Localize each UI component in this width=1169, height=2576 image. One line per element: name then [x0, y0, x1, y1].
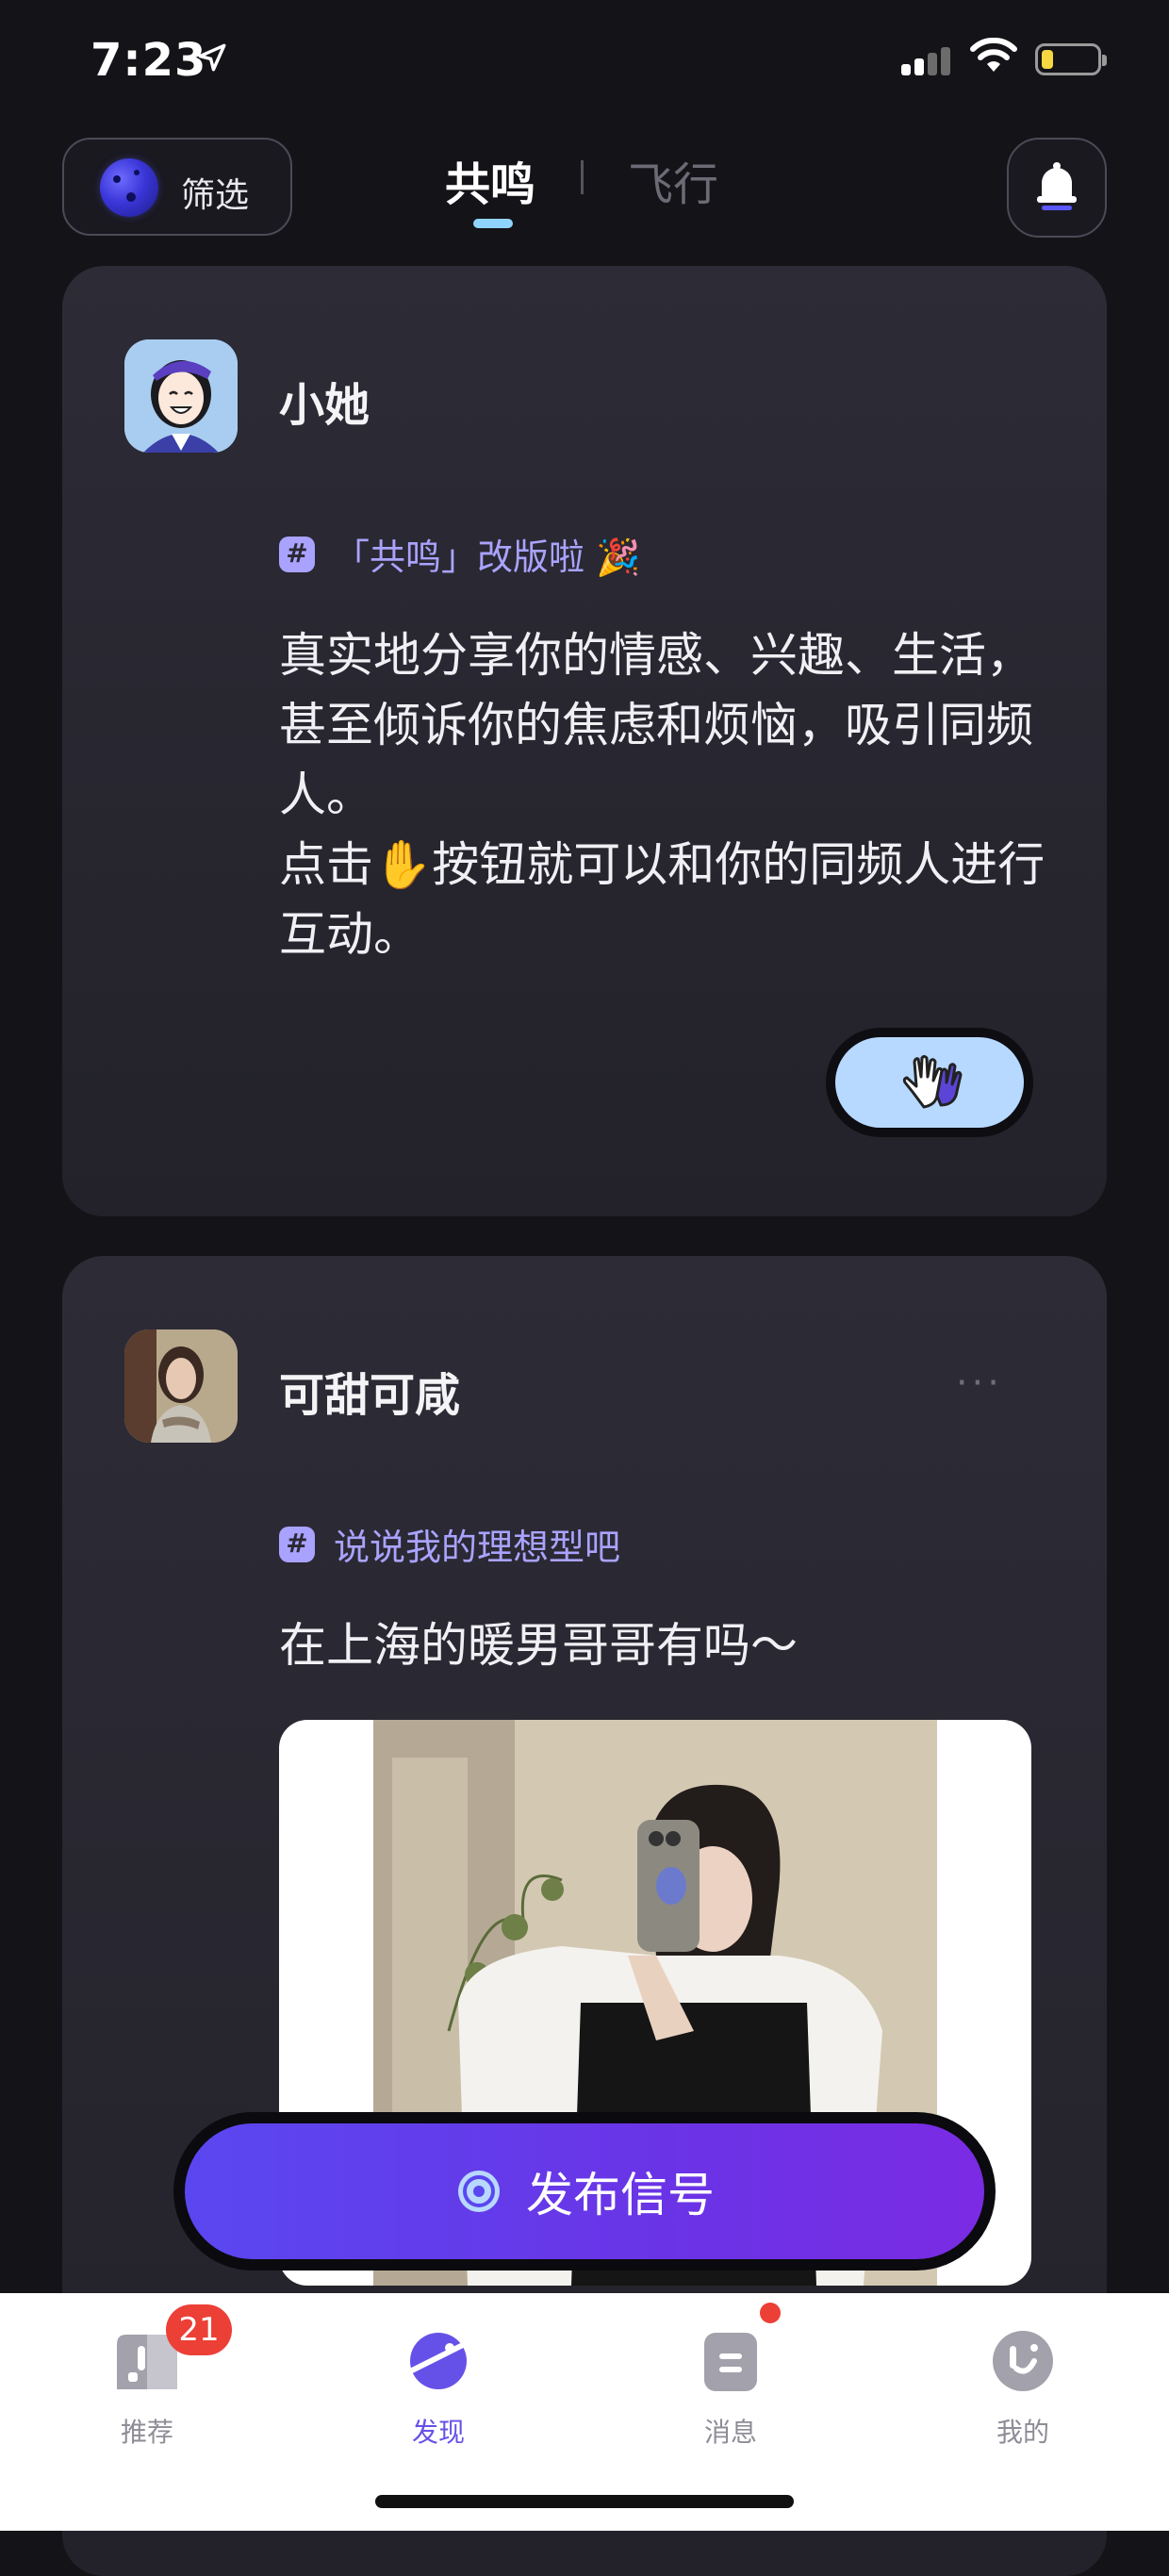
profile-face-icon — [993, 2331, 1053, 2391]
topic-tag[interactable]: 「共鸣」改版啦 🎉 — [279, 528, 640, 580]
filter-button[interactable]: 筛选 — [62, 138, 292, 236]
publish-button-frame: 发布信号 — [173, 2112, 996, 2271]
location-arrow-icon — [198, 43, 226, 72]
filter-label: 筛选 — [181, 176, 250, 215]
tab-divider — [581, 160, 584, 194]
avatar[interactable] — [124, 1329, 238, 1443]
resonate-button[interactable] — [826, 1028, 1033, 1137]
status-time: 7:23 — [91, 34, 207, 87]
planet-icon — [100, 158, 158, 217]
nav-label: 发现 — [411, 2417, 465, 2448]
topic-label: 说说我的理想型吧 — [334, 1527, 621, 1568]
wifi-icon — [970, 38, 1017, 72]
avatar-photo — [124, 1329, 238, 1443]
hashtag-icon — [279, 536, 315, 572]
active-tab-indicator — [473, 219, 513, 228]
notification-button[interactable] — [1007, 138, 1107, 238]
signal-target-icon — [458, 2171, 500, 2212]
post-text: 真实地分享你的情感、兴趣、生活，甚至倾诉你的焦虑和烦恼，吸引同频人。 点击✋按钮… — [279, 628, 1046, 962]
nav-label: 推荐 — [120, 2417, 173, 2448]
status-bar: 7:23 — [0, 0, 1169, 123]
bell-icon — [1037, 162, 1077, 210]
hashtag-icon — [279, 1526, 315, 1562]
message-icon — [704, 2333, 757, 2391]
planet-icon — [402, 2333, 475, 2389]
nav-label: 我的 — [996, 2417, 1049, 2448]
more-options-button[interactable]: ··· — [956, 1362, 1003, 1405]
username[interactable]: 小她 — [279, 368, 370, 434]
topic-label: 「共鸣」改版啦 🎉 — [334, 537, 641, 578]
home-indicator[interactable] — [375, 2495, 794, 2508]
post-card[interactable]: 小她 「共鸣」改版啦 🎉 真实地分享你的情感、兴趣、生活，甚至倾诉你的焦虑和烦恼… — [62, 266, 1107, 1216]
high-five-hands-icon — [902, 1055, 963, 1109]
nav-label: 消息 — [703, 2417, 757, 2448]
avatar-illustration — [124, 339, 238, 453]
publish-label: 发布信号 — [526, 2168, 715, 2222]
username[interactable]: 可甜可咸 — [279, 1358, 460, 1424]
topic-tag[interactable]: 说说我的理想型吧 — [279, 1518, 620, 1570]
tab-flight[interactable]: 飞行 — [628, 147, 718, 213]
publish-signal-button[interactable]: 发布信号 — [185, 2123, 984, 2259]
avatar[interactable] — [124, 339, 238, 453]
post-text: 在上海的暖男哥哥有吗～ — [279, 1618, 798, 1673]
tab-resonance[interactable]: 共鸣 — [445, 147, 535, 213]
new-message-dot — [760, 2303, 781, 2323]
battery-icon — [1035, 43, 1107, 75]
unread-count-badge: 21 — [166, 2304, 232, 2355]
